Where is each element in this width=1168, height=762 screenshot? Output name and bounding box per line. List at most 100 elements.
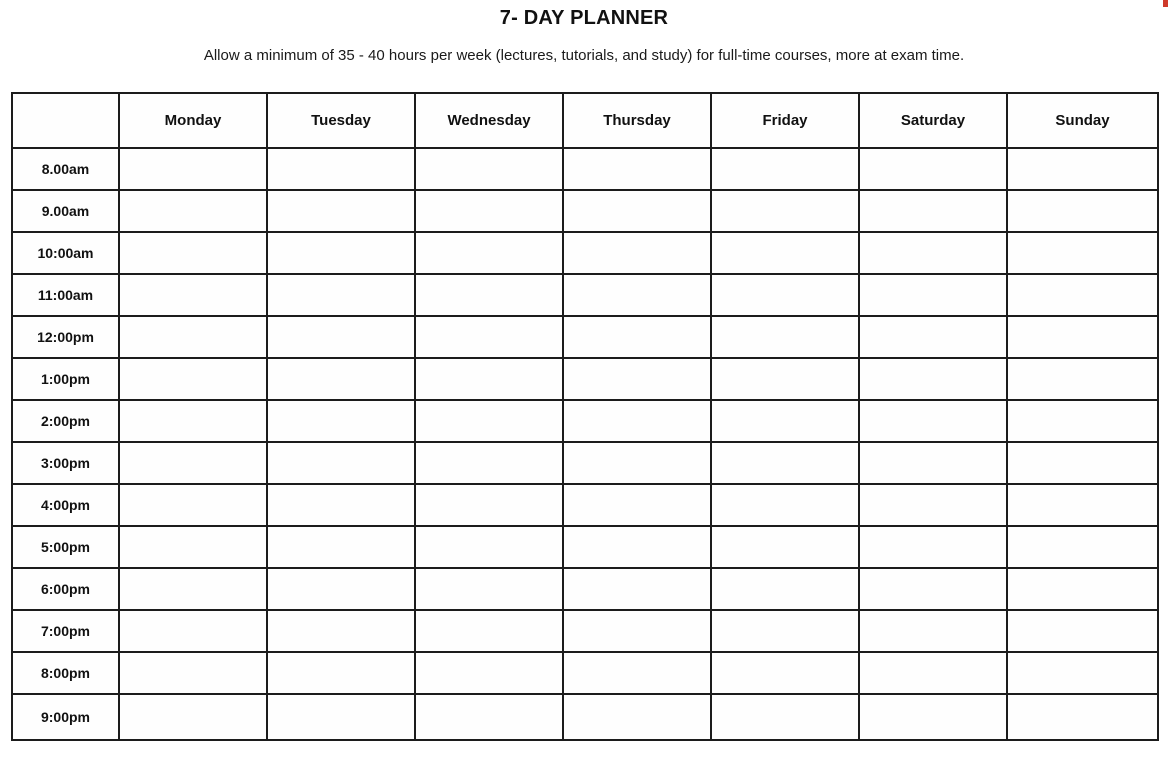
planner-cell-monday-1[interactable] (118, 189, 268, 233)
planner-cell-monday-5[interactable] (118, 357, 268, 401)
time-label-cell: 10:00am (11, 231, 120, 275)
planner-cell-sunday-13[interactable] (1006, 693, 1159, 741)
planner-cell-saturday-1[interactable] (858, 189, 1008, 233)
planner-cell-saturday-2[interactable] (858, 231, 1008, 275)
planner-cell-saturday-7[interactable] (858, 441, 1008, 485)
planner-cell-thursday-13[interactable] (562, 693, 712, 741)
planner-cell-thursday-12[interactable] (562, 651, 712, 695)
planner-cell-tuesday-4[interactable] (266, 315, 416, 359)
planner-cell-sunday-5[interactable] (1006, 357, 1159, 401)
planner-cell-tuesday-3[interactable] (266, 273, 416, 317)
planner-cell-monday-0[interactable] (118, 147, 268, 191)
planner-cell-saturday-4[interactable] (858, 315, 1008, 359)
planner-cell-wednesday-4[interactable] (414, 315, 564, 359)
planner-cell-monday-6[interactable] (118, 399, 268, 443)
planner-cell-saturday-3[interactable] (858, 273, 1008, 317)
planner-cell-sunday-10[interactable] (1006, 567, 1159, 611)
planner-cell-thursday-5[interactable] (562, 357, 712, 401)
planner-cell-thursday-3[interactable] (562, 273, 712, 317)
planner-cell-wednesday-6[interactable] (414, 399, 564, 443)
planner-cell-tuesday-1[interactable] (266, 189, 416, 233)
planner-cell-tuesday-10[interactable] (266, 567, 416, 611)
planner-cell-saturday-12[interactable] (858, 651, 1008, 695)
planner-cell-friday-1[interactable] (710, 189, 860, 233)
planner-cell-saturday-9[interactable] (858, 525, 1008, 569)
planner-cell-friday-8[interactable] (710, 483, 860, 527)
planner-cell-thursday-10[interactable] (562, 567, 712, 611)
planner-cell-saturday-11[interactable] (858, 609, 1008, 653)
planner-cell-wednesday-0[interactable] (414, 147, 564, 191)
planner-cell-monday-11[interactable] (118, 609, 268, 653)
planner-cell-friday-11[interactable] (710, 609, 860, 653)
planner-cell-sunday-9[interactable] (1006, 525, 1159, 569)
planner-cell-saturday-13[interactable] (858, 693, 1008, 741)
planner-cell-tuesday-8[interactable] (266, 483, 416, 527)
planner-cell-friday-3[interactable] (710, 273, 860, 317)
planner-cell-friday-6[interactable] (710, 399, 860, 443)
planner-cell-monday-10[interactable] (118, 567, 268, 611)
planner-cell-thursday-8[interactable] (562, 483, 712, 527)
planner-cell-friday-7[interactable] (710, 441, 860, 485)
planner-cell-thursday-7[interactable] (562, 441, 712, 485)
planner-cell-thursday-0[interactable] (562, 147, 712, 191)
planner-cell-saturday-5[interactable] (858, 357, 1008, 401)
planner-cell-tuesday-9[interactable] (266, 525, 416, 569)
planner-cell-wednesday-1[interactable] (414, 189, 564, 233)
planner-cell-friday-12[interactable] (710, 651, 860, 695)
planner-cell-sunday-8[interactable] (1006, 483, 1159, 527)
planner-cell-thursday-6[interactable] (562, 399, 712, 443)
planner-cell-tuesday-13[interactable] (266, 693, 416, 741)
planner-cell-thursday-11[interactable] (562, 609, 712, 653)
planner-cell-monday-9[interactable] (118, 525, 268, 569)
planner-cell-sunday-3[interactable] (1006, 273, 1159, 317)
planner-cell-friday-10[interactable] (710, 567, 860, 611)
planner-cell-friday-0[interactable] (710, 147, 860, 191)
planner-cell-saturday-8[interactable] (858, 483, 1008, 527)
planner-cell-tuesday-7[interactable] (266, 441, 416, 485)
planner-cell-tuesday-5[interactable] (266, 357, 416, 401)
planner-cell-monday-3[interactable] (118, 273, 268, 317)
planner-cell-wednesday-2[interactable] (414, 231, 564, 275)
planner-cell-saturday-6[interactable] (858, 399, 1008, 443)
planner-cell-thursday-2[interactable] (562, 231, 712, 275)
planner-cell-sunday-6[interactable] (1006, 399, 1159, 443)
planner-cell-wednesday-5[interactable] (414, 357, 564, 401)
planner-cell-tuesday-11[interactable] (266, 609, 416, 653)
planner-cell-friday-2[interactable] (710, 231, 860, 275)
planner-row: 8:00pm (11, 651, 1159, 695)
planner-cell-tuesday-6[interactable] (266, 399, 416, 443)
planner-cell-thursday-4[interactable] (562, 315, 712, 359)
planner-cell-sunday-4[interactable] (1006, 315, 1159, 359)
planner-cell-tuesday-2[interactable] (266, 231, 416, 275)
planner-cell-tuesday-12[interactable] (266, 651, 416, 695)
planner-cell-monday-4[interactable] (118, 315, 268, 359)
planner-cell-wednesday-7[interactable] (414, 441, 564, 485)
planner-cell-friday-4[interactable] (710, 315, 860, 359)
planner-cell-thursday-1[interactable] (562, 189, 712, 233)
planner-cell-tuesday-0[interactable] (266, 147, 416, 191)
planner-cell-saturday-10[interactable] (858, 567, 1008, 611)
planner-cell-wednesday-13[interactable] (414, 693, 564, 741)
planner-cell-friday-5[interactable] (710, 357, 860, 401)
planner-cell-monday-12[interactable] (118, 651, 268, 695)
planner-cell-wednesday-3[interactable] (414, 273, 564, 317)
planner-cell-wednesday-11[interactable] (414, 609, 564, 653)
planner-cell-wednesday-12[interactable] (414, 651, 564, 695)
planner-cell-friday-9[interactable] (710, 525, 860, 569)
planner-cell-wednesday-10[interactable] (414, 567, 564, 611)
planner-cell-monday-7[interactable] (118, 441, 268, 485)
planner-cell-wednesday-8[interactable] (414, 483, 564, 527)
planner-cell-sunday-0[interactable] (1006, 147, 1159, 191)
planner-cell-sunday-11[interactable] (1006, 609, 1159, 653)
planner-cell-sunday-12[interactable] (1006, 651, 1159, 695)
planner-cell-sunday-2[interactable] (1006, 231, 1159, 275)
planner-cell-sunday-1[interactable] (1006, 189, 1159, 233)
planner-cell-wednesday-9[interactable] (414, 525, 564, 569)
planner-cell-monday-13[interactable] (118, 693, 268, 741)
planner-cell-thursday-9[interactable] (562, 525, 712, 569)
planner-cell-sunday-7[interactable] (1006, 441, 1159, 485)
planner-cell-saturday-0[interactable] (858, 147, 1008, 191)
planner-cell-friday-13[interactable] (710, 693, 860, 741)
planner-cell-monday-2[interactable] (118, 231, 268, 275)
planner-cell-monday-8[interactable] (118, 483, 268, 527)
